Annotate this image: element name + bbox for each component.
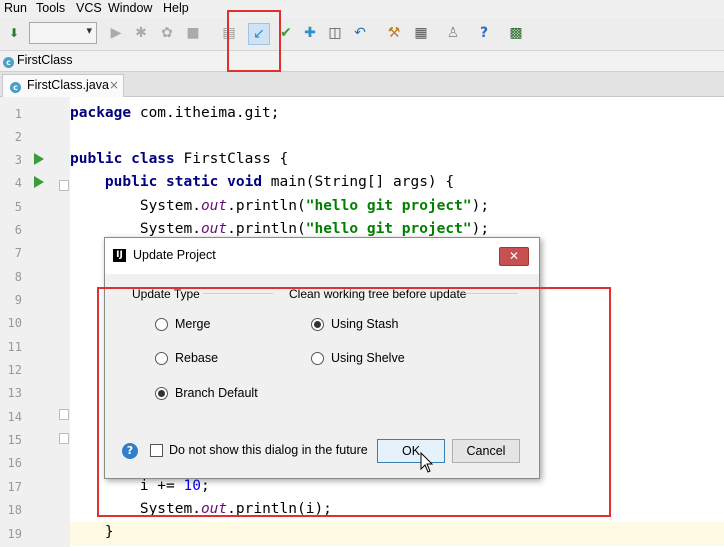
- line-number: 10: [7, 316, 22, 330]
- code-line[interactable]: public static void main(String[] args) {: [70, 174, 454, 190]
- android-icon[interactable]: ▩: [506, 23, 526, 43]
- class-c-icon: c: [10, 82, 21, 93]
- code-line[interactable]: System.out.println("hello git project");: [70, 221, 489, 237]
- breadcrumb: c FirstClass: [0, 51, 724, 72]
- menu-vcs[interactable]: VCS: [76, 1, 102, 15]
- fold-marker-icon[interactable]: [59, 409, 69, 420]
- line-number: 15: [7, 433, 22, 447]
- fold-marker-icon[interactable]: [59, 433, 69, 444]
- line-number: 13: [7, 386, 22, 400]
- make-project-icon[interactable]: ⬇: [4, 23, 24, 43]
- intellij-logo-icon: IJ: [113, 249, 126, 262]
- sdk-icon[interactable]: ♙: [443, 23, 463, 43]
- vcs-history-icon[interactable]: ◫: [325, 23, 345, 43]
- line-number: 7: [14, 246, 22, 260]
- vcs-revert-icon[interactable]: ↶: [350, 23, 370, 43]
- editor-tab-bar: c FirstClass.java ×: [0, 72, 724, 97]
- menu-run[interactable]: Run: [4, 1, 27, 15]
- line-number: 11: [7, 340, 22, 354]
- vcs-compare-icon[interactable]: ✚: [300, 23, 320, 43]
- tab-label: FirstClass.java: [27, 78, 109, 92]
- line-number: 17: [7, 480, 22, 494]
- run-configuration-select[interactable]: ▾: [29, 22, 97, 44]
- coverage-icon[interactable]: ✿: [157, 23, 177, 43]
- toolbar: ⬇ ▾ ▶ ✱ ✿ ■ ▤ ↙ ✔ ✚ ◫ ↶ ⚒ ▦ ♙ ? ▩: [0, 18, 724, 51]
- fold-marker-icon[interactable]: [59, 180, 69, 191]
- highlight-box-dialog: [97, 287, 611, 517]
- line-number: 12: [7, 363, 22, 377]
- line-number: 6: [14, 223, 22, 237]
- line-number: 9: [14, 293, 22, 307]
- highlight-box-toolbar: [227, 10, 281, 72]
- run-class-icon[interactable]: [34, 153, 44, 165]
- line-number: 8: [14, 270, 22, 284]
- line-number: 1: [14, 107, 22, 121]
- close-button[interactable]: ✕: [499, 247, 529, 266]
- menu-help[interactable]: Help: [163, 1, 189, 15]
- menu-bar: Run Tools VCS Window Help: [0, 0, 724, 18]
- line-number: 16: [7, 456, 22, 470]
- dialog-title: Update Project: [133, 248, 216, 262]
- menu-window[interactable]: Window: [108, 1, 152, 15]
- line-number: 18: [7, 503, 22, 517]
- tab-firstclass-java[interactable]: c FirstClass.java ×: [2, 74, 124, 97]
- line-number: 2: [14, 130, 22, 144]
- close-icon[interactable]: ×: [109, 78, 119, 92]
- class-c-icon: c: [3, 57, 14, 68]
- breadcrumb-item[interactable]: FirstClass: [17, 53, 73, 67]
- close-icon: ✕: [508, 249, 520, 263]
- code-line[interactable]: public class FirstClass {: [70, 151, 288, 167]
- help-icon[interactable]: ?: [474, 23, 494, 43]
- dialog-title-bar[interactable]: IJ Update Project ✕: [105, 238, 539, 274]
- settings-icon[interactable]: ⚒: [384, 23, 404, 43]
- code-line[interactable]: }: [70, 524, 114, 540]
- line-number: 14: [7, 410, 22, 424]
- line-number: 5: [14, 200, 22, 214]
- run-icon[interactable]: ▶: [106, 23, 126, 43]
- chevron-down-icon: ▾: [86, 24, 92, 37]
- stop-icon[interactable]: ■: [183, 23, 203, 43]
- project-structure-icon[interactable]: ▦: [411, 23, 431, 43]
- line-number: 19: [7, 527, 22, 541]
- current-line-highlight: [70, 522, 724, 546]
- menu-tools[interactable]: Tools: [36, 1, 65, 15]
- code-line[interactable]: System.out.println("hello git project");: [70, 198, 489, 214]
- debug-icon[interactable]: ✱: [131, 23, 151, 43]
- code-line[interactable]: package com.itheima.git;: [70, 105, 280, 121]
- run-main-icon[interactable]: [34, 176, 44, 188]
- line-number: 4: [14, 176, 22, 190]
- line-number: 3: [14, 153, 22, 167]
